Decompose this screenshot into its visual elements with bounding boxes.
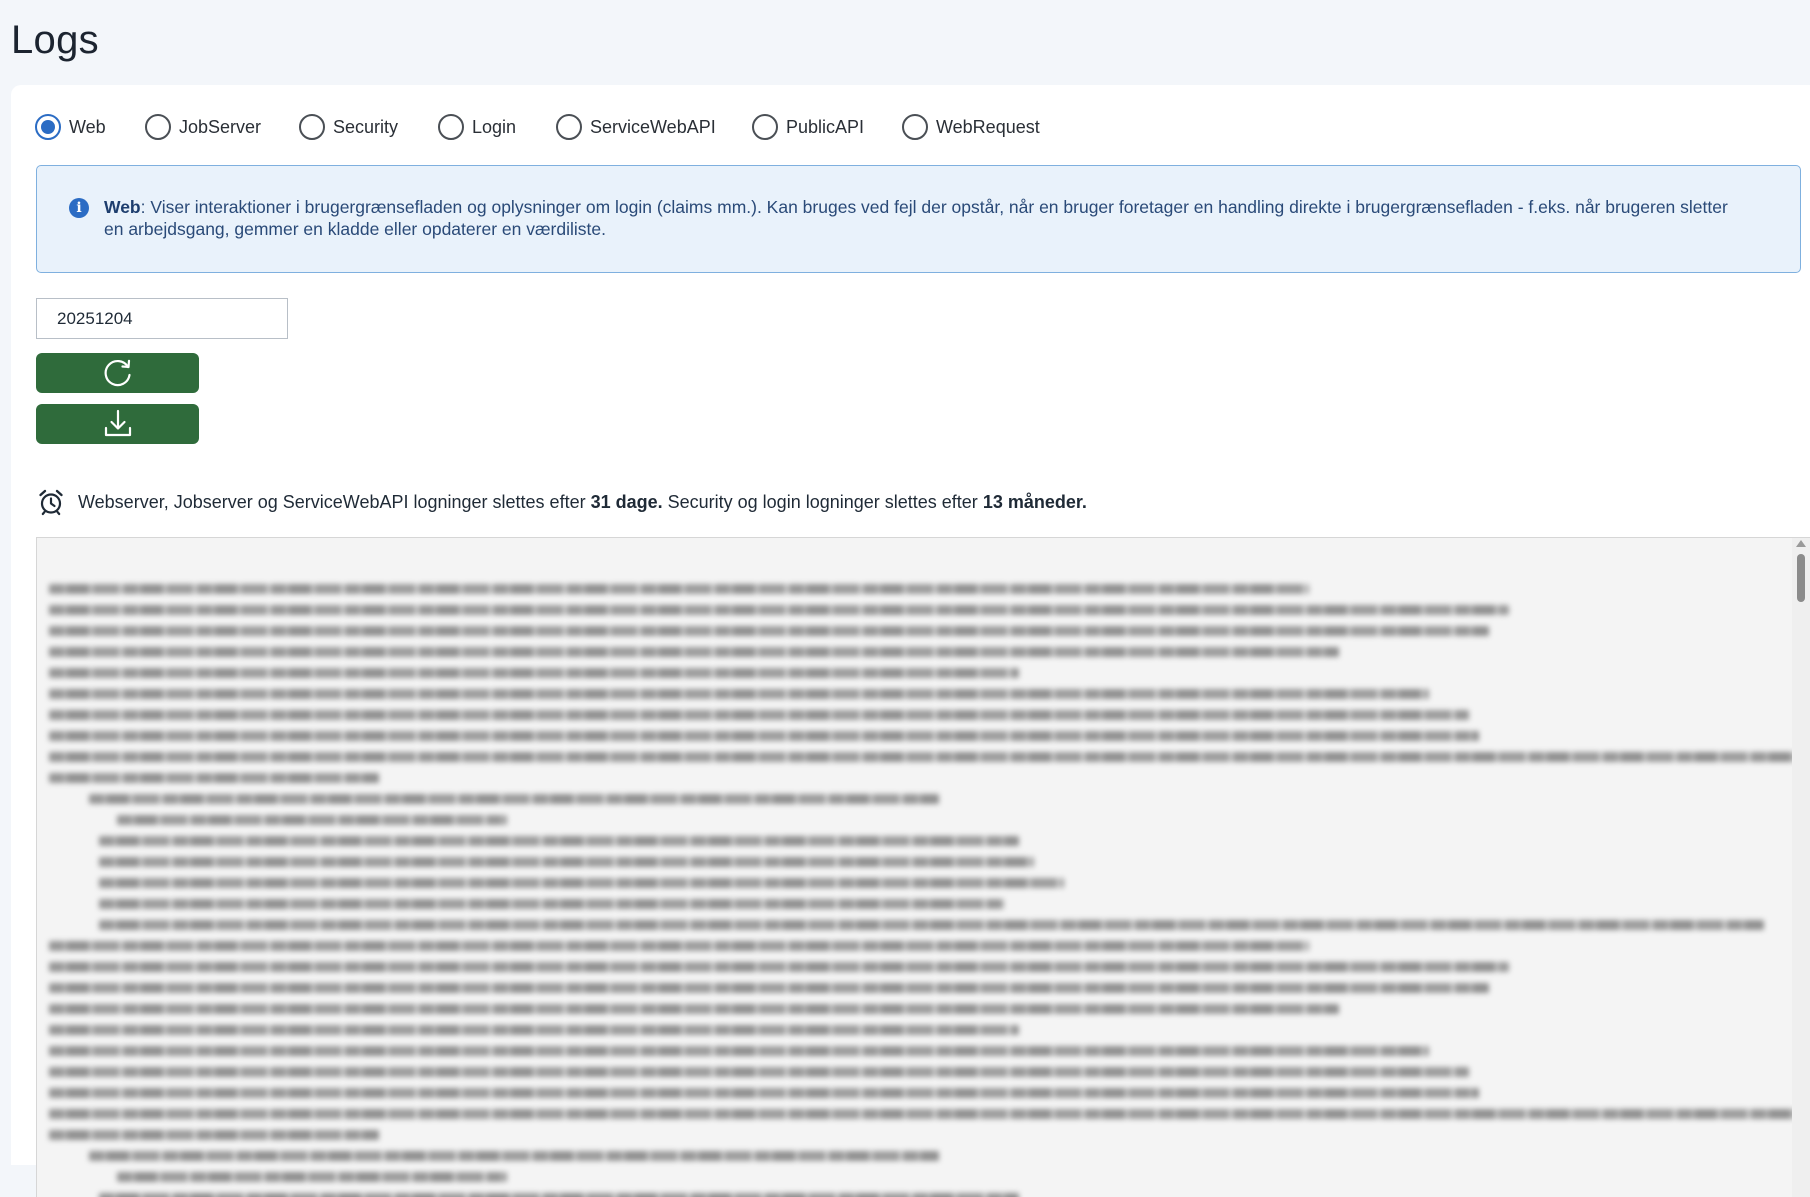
radio-circle-login[interactable] xyxy=(438,114,464,140)
log-line xyxy=(37,620,1797,641)
log-line xyxy=(37,893,1797,914)
radio-jobserver[interactable]: JobServer xyxy=(145,111,299,143)
log-line xyxy=(37,599,1797,620)
log-line xyxy=(37,788,1797,809)
download-button[interactable] xyxy=(36,404,199,444)
log-line xyxy=(37,1019,1797,1040)
log-line xyxy=(37,1145,1797,1166)
log-lines-redacted xyxy=(37,578,1797,1197)
log-line xyxy=(37,1061,1797,1082)
radio-circle-servicewebapi[interactable] xyxy=(556,114,582,140)
logs-panel: Web JobServer Security Login ServiceWebA… xyxy=(11,85,1810,1197)
log-line xyxy=(37,1082,1797,1103)
log-line xyxy=(37,641,1797,662)
radio-label-security[interactable]: Security xyxy=(333,117,398,138)
radio-servicewebapi[interactable]: ServiceWebAPI xyxy=(556,111,752,143)
retention-days: 31 dage. xyxy=(590,491,663,512)
log-line xyxy=(37,746,1797,767)
date-input[interactable] xyxy=(36,298,288,339)
log-line xyxy=(37,977,1797,998)
radio-label-jobserver[interactable]: JobServer xyxy=(179,117,261,138)
retention-note: Webserver, Jobserver og ServiceWebAPI lo… xyxy=(36,487,1087,517)
download-icon xyxy=(104,409,131,437)
log-line xyxy=(37,851,1797,872)
log-line xyxy=(37,914,1797,935)
log-line xyxy=(37,1040,1797,1061)
log-line xyxy=(37,956,1797,977)
scroll-thumb[interactable] xyxy=(1797,554,1805,602)
retention-middle: Security og login logninger slettes efte… xyxy=(662,491,983,512)
info-body: : Viser interaktioner i brugergrænseflad… xyxy=(104,197,1728,239)
radio-login[interactable]: Login xyxy=(438,111,556,143)
log-type-radio-group: Web JobServer Security Login ServiceWebA… xyxy=(35,111,1052,143)
log-line xyxy=(37,809,1797,830)
log-line xyxy=(37,1103,1797,1124)
retention-prefix: Webserver, Jobserver og ServiceWebAPI lo… xyxy=(78,491,591,512)
refresh-button[interactable] xyxy=(36,353,199,393)
radio-publicapi[interactable]: PublicAPI xyxy=(752,111,902,143)
log-line xyxy=(37,683,1797,704)
scroll-up-arrow-icon[interactable] xyxy=(1796,540,1806,547)
refresh-icon xyxy=(104,359,131,387)
page-title: Logs xyxy=(11,18,99,62)
log-line xyxy=(37,704,1797,725)
info-description: Web: Viser interaktioner i brugergrænsef… xyxy=(104,196,1744,240)
info-circle-icon: i xyxy=(69,198,89,218)
retention-months: 13 måneder. xyxy=(982,491,1087,512)
radio-webrequest[interactable]: WebRequest xyxy=(902,111,1052,143)
radio-label-publicapi[interactable]: PublicAPI xyxy=(786,117,864,138)
log-line xyxy=(37,767,1797,788)
radio-circle-jobserver[interactable] xyxy=(145,114,171,140)
radio-label-login[interactable]: Login xyxy=(472,117,516,138)
log-scrollbar[interactable] xyxy=(1792,538,1810,1197)
radio-circle-web[interactable] xyxy=(35,114,61,140)
retention-text: Webserver, Jobserver og ServiceWebAPI lo… xyxy=(78,492,1087,513)
log-line xyxy=(37,1166,1797,1187)
log-line xyxy=(37,935,1797,956)
radio-label-servicewebapi[interactable]: ServiceWebAPI xyxy=(590,117,716,138)
info-box: i Web: Viser interaktioner i brugergræns… xyxy=(36,165,1801,273)
radio-security[interactable]: Security xyxy=(299,111,438,143)
log-line xyxy=(37,830,1797,851)
log-line xyxy=(37,998,1797,1019)
log-line xyxy=(37,872,1797,893)
radio-circle-publicapi[interactable] xyxy=(752,114,778,140)
info-heading: Web xyxy=(104,197,141,217)
radio-web[interactable]: Web xyxy=(35,111,145,143)
radio-circle-security[interactable] xyxy=(299,114,325,140)
log-line xyxy=(37,1124,1797,1145)
radio-circle-webrequest[interactable] xyxy=(902,114,928,140)
alarm-clock-icon xyxy=(36,487,66,517)
log-line xyxy=(37,1187,1797,1197)
log-line xyxy=(37,578,1797,599)
log-viewer[interactable] xyxy=(36,537,1810,1197)
log-line xyxy=(37,725,1797,746)
log-line xyxy=(37,662,1797,683)
radio-label-web[interactable]: Web xyxy=(69,117,106,138)
radio-label-webrequest[interactable]: WebRequest xyxy=(936,117,1040,138)
